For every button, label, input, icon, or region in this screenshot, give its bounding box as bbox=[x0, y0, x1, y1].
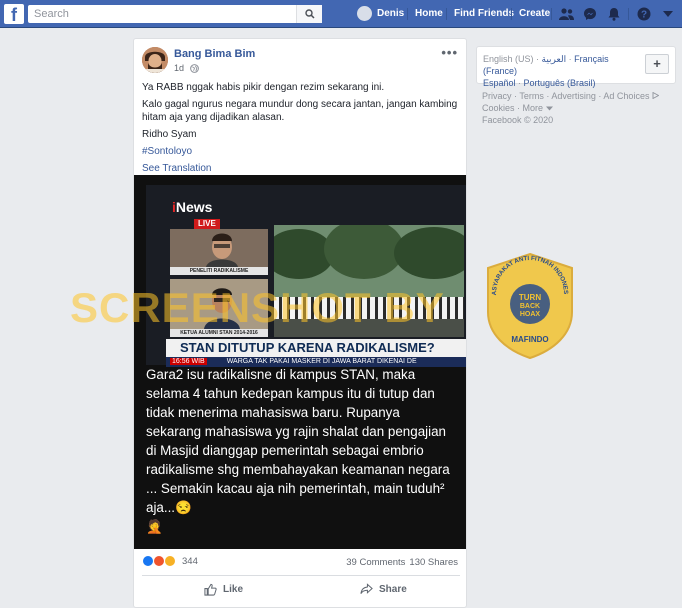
live-badge: LIVE bbox=[194, 219, 220, 229]
ticker-time: 16:56 WIB bbox=[170, 358, 207, 365]
nav-divider bbox=[407, 8, 408, 20]
chevron-down-icon bbox=[545, 106, 553, 111]
top-navigation-bar: f Denis Home Find Friends Create ? bbox=[0, 0, 682, 28]
caption-emoji: 🤦 bbox=[146, 519, 163, 534]
language-selector: English (US) · العربية · Français (Franc… bbox=[476, 46, 676, 88]
screenshot-watermark: SCREENSHOT BY bbox=[70, 284, 445, 331]
footer-advertising-link[interactable]: Advertising bbox=[551, 91, 596, 101]
footer-privacy-link[interactable]: Privacy bbox=[482, 91, 512, 101]
post-meta: 1d bbox=[174, 63, 199, 73]
footer-more-link[interactable]: More bbox=[523, 103, 553, 113]
author-avatar[interactable] bbox=[142, 47, 168, 73]
friends-icon[interactable] bbox=[558, 6, 574, 22]
globe-icon bbox=[190, 63, 199, 73]
language-link[interactable]: العربية bbox=[542, 54, 567, 64]
post-line: Ya RABB nggak habis pikir dengan rezim s… bbox=[142, 82, 385, 93]
post-time[interactable]: 1d bbox=[174, 63, 184, 73]
news-headline: STAN DITUTUP KARENA RADIKALISME? bbox=[166, 339, 466, 357]
notifications-icon[interactable] bbox=[606, 6, 622, 22]
video-pane-guest bbox=[170, 229, 268, 267]
language-current: English (US) bbox=[483, 54, 534, 64]
dropdown-icon[interactable] bbox=[660, 6, 676, 22]
post-options-button[interactable]: ••• bbox=[441, 45, 458, 60]
share-icon bbox=[360, 583, 373, 594]
messenger-icon[interactable] bbox=[582, 6, 598, 22]
mafindo-seal-logo: MASYARAKAT ANTI FITNAH INDONESIA TURN BA… bbox=[484, 252, 573, 360]
post-stats: 39 Comments 130 Shares bbox=[346, 557, 458, 568]
svg-text:TURN: TURN bbox=[519, 293, 541, 302]
footer-cookies-link[interactable]: Cookies bbox=[482, 103, 515, 113]
svg-text:MAFINDO: MAFINDO bbox=[511, 335, 548, 344]
reactions-summary[interactable]: 344 bbox=[142, 555, 198, 567]
post-author-name[interactable]: Bang Bima Bim bbox=[174, 48, 255, 60]
footer-terms-link[interactable]: Terms bbox=[519, 91, 544, 101]
home-link[interactable]: Home bbox=[415, 8, 443, 19]
user-name: Denis bbox=[377, 8, 405, 19]
footer-ad-choices-link[interactable]: Ad Choices bbox=[603, 91, 660, 101]
help-icon[interactable]: ? bbox=[636, 6, 652, 22]
search-button[interactable] bbox=[296, 5, 322, 23]
wow-reaction-icon bbox=[164, 555, 176, 567]
profile-link[interactable]: Denis bbox=[357, 6, 404, 21]
shares-count[interactable]: 130 Shares bbox=[409, 557, 458, 568]
guest-caption: PENELITI RADIKALISME bbox=[170, 267, 268, 275]
post-line: Ridho Syam bbox=[142, 129, 197, 140]
thumbs-up-icon bbox=[204, 583, 217, 596]
search-box bbox=[28, 5, 322, 23]
search-icon bbox=[304, 9, 315, 19]
post-image[interactable]: iNews LIVE PENELITI RADIKALISME KETUA AL… bbox=[134, 175, 466, 549]
create-link[interactable]: Create bbox=[519, 8, 550, 19]
hashtag-link[interactable]: #Sontoloyo bbox=[142, 145, 460, 158]
see-translation-link[interactable]: See Translation bbox=[142, 162, 460, 175]
svg-text:HOAX: HOAX bbox=[520, 311, 541, 318]
caption-text: Gara2 isu radikalisne di kampus STAN, ma… bbox=[146, 367, 450, 515]
tv-screen: iNews LIVE PENELITI RADIKALISME KETUA AL… bbox=[146, 185, 466, 367]
language-link[interactable]: Español bbox=[483, 78, 516, 88]
footer-links: Privacy · Terms · Advertising · Ad Choic… bbox=[482, 90, 672, 126]
avatar bbox=[357, 6, 372, 21]
nav-divider bbox=[628, 8, 629, 20]
share-button[interactable]: Share bbox=[360, 583, 407, 595]
facebook-logo[interactable]: f bbox=[4, 4, 24, 24]
language-link[interactable]: Português (Brasil) bbox=[524, 78, 596, 88]
svg-text:BACK: BACK bbox=[520, 303, 540, 310]
add-language-button[interactable]: + bbox=[645, 54, 669, 74]
divider bbox=[142, 575, 460, 576]
search-input[interactable] bbox=[28, 5, 290, 23]
news-channel-logo: iNews bbox=[172, 199, 213, 215]
post-message: Ya RABB nggak habis pikir dengan rezim s… bbox=[142, 81, 460, 179]
nav-divider bbox=[511, 8, 512, 20]
copyright: Facebook © 2020 bbox=[482, 115, 554, 125]
find-friends-link[interactable]: Find Friends bbox=[454, 8, 514, 19]
share-label: Share bbox=[379, 583, 407, 595]
reactions-count: 344 bbox=[182, 555, 198, 567]
image-caption: Gara2 isu radikalisne di kampus STAN, ma… bbox=[146, 365, 458, 536]
svg-text:?: ? bbox=[641, 10, 647, 21]
comments-count[interactable]: 39 Comments bbox=[346, 557, 405, 568]
nav-divider bbox=[551, 8, 552, 20]
ticker-text: WARGA TAK PAKAI MASKER DI JAWA BARAT DIK… bbox=[226, 358, 417, 365]
post-line: Kalo gagal ngurus negara mundur dong sec… bbox=[142, 99, 458, 123]
ad-choices-icon bbox=[652, 91, 660, 100]
like-label: Like bbox=[223, 584, 244, 595]
nav-divider bbox=[446, 8, 447, 20]
language-list: English (US) · العربية · Français (Franc… bbox=[483, 54, 609, 88]
like-button[interactable]: Like bbox=[204, 583, 243, 596]
